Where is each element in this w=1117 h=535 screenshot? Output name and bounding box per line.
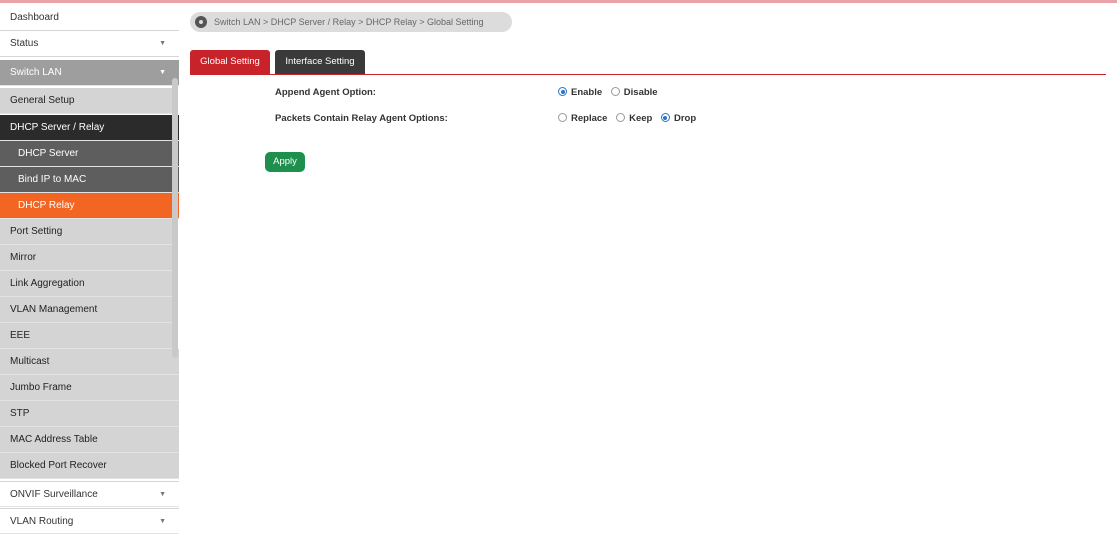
sidebar-item-label: Link Aggregation <box>10 278 85 289</box>
breadcrumb: Switch LAN > DHCP Server / Relay > DHCP … <box>190 12 512 32</box>
top-accent-line <box>0 0 1117 3</box>
sidebar-item-label: DHCP Server / Relay <box>10 122 105 133</box>
sidebar-item-label: Jumbo Frame <box>10 382 72 393</box>
sidebar-item-label: STP <box>10 408 30 419</box>
sidebar-item-port-setting[interactable]: Port Setting <box>0 219 172 245</box>
sidebar-item-label: General Setup <box>10 95 75 106</box>
chevron-down-icon: ▼ <box>159 491 166 498</box>
location-pin-icon <box>195 16 207 28</box>
enable-radio-label: Enable <box>571 87 603 98</box>
sidebar-item-bind-ip-to-mac[interactable]: Bind IP to MAC <box>0 167 179 193</box>
tab-underline-divider <box>190 74 1106 75</box>
sidebar-item-mac-address-table[interactable]: MAC Address Table <box>0 427 179 453</box>
sidebar-item-label: EEE <box>10 330 31 341</box>
sidebar-item-dhcp-server[interactable]: DHCP Server <box>0 141 179 167</box>
sidebar-item-blocked-port-recover[interactable]: Blocked Port Recover <box>0 453 179 479</box>
tab-global-setting[interactable]: Global Setting <box>190 50 270 74</box>
sidebar-item-eee[interactable]: EEE <box>0 323 172 349</box>
keep-radio[interactable] <box>616 113 626 122</box>
sidebar-item-mirror[interactable]: Mirror <box>0 245 172 271</box>
sidebar-item-label: Status <box>10 38 39 49</box>
sidebar-item-label: Dashboard <box>10 12 59 23</box>
drop-radio[interactable] <box>660 113 670 122</box>
sidebar-item-vlan-management[interactable]: VLAN Management <box>0 297 172 323</box>
apply-button[interactable]: Apply <box>265 152 305 172</box>
sidebar-item-status[interactable]: Status ▼ <box>0 31 179 57</box>
sidebar-item-dhcp-server-relay[interactable]: DHCP Server / Relay <box>0 115 179 141</box>
replace-radio[interactable] <box>558 113 567 122</box>
sidebar-item-stp[interactable]: STP <box>0 401 179 427</box>
sidebar-item-switch-lan[interactable]: Switch LAN ▼ <box>0 60 179 86</box>
sidebar-item-label: DHCP Server <box>18 148 79 159</box>
sidebar-item-dashboard[interactable]: Dashboard <box>0 5 179 31</box>
enable-radio[interactable] <box>558 87 567 96</box>
sidebar-item-label: Mirror <box>10 252 37 263</box>
sidebar-item-dhcp-relay[interactable]: DHCP Relay <box>0 193 179 219</box>
packets-relay-agent-options-label: Packets Contain Relay Agent Options: <box>275 113 448 124</box>
sidebar-item-link-aggregation[interactable]: Link Aggregation <box>0 271 172 297</box>
sidebar-item-onvif-surveillance[interactable]: ONVIF Surveillance ▼ <box>0 481 179 507</box>
packets-relay-agent-options-radio-group: Replace Keep Drop <box>558 113 702 124</box>
sidebar-item-label: MAC Address Table <box>10 434 98 445</box>
replace-radio-label: Replace <box>571 113 608 124</box>
sidebar-nav: Dashboard Status ▼ Switch LAN ▼ General … <box>0 5 180 535</box>
drop-radio-label: Drop <box>673 113 697 124</box>
sidebar-item-label: Blocked Port Recover <box>10 460 107 471</box>
sidebar-item-label: Multicast <box>10 356 50 367</box>
chevron-down-icon: ▼ <box>159 518 166 525</box>
sidebar-item-multicast[interactable]: Multicast <box>0 349 179 375</box>
append-agent-option-radio-group: Enable Disable <box>558 87 664 98</box>
sidebar-item-jumbo-frame[interactable]: Jumbo Frame <box>0 375 179 401</box>
keep-radio-label: Keep <box>629 113 653 124</box>
sidebar-item-label: Switch LAN <box>10 67 62 78</box>
append-agent-option-label: Append Agent Option: <box>275 87 376 98</box>
sidebar-item-label: DHCP Relay <box>18 200 75 211</box>
sidebar-item-label: Port Setting <box>10 226 63 237</box>
breadcrumb-text: Switch LAN > DHCP Server / Relay > DHCP … <box>214 17 484 27</box>
tab-interface-setting[interactable]: Interface Setting <box>275 50 365 74</box>
sidebar-scrollbar[interactable] <box>172 78 178 358</box>
sidebar-item-vlan-routing[interactable]: VLAN Routing ▼ <box>0 508 179 534</box>
chevron-down-icon: ▼ <box>159 40 166 47</box>
chevron-down-icon: ▼ <box>159 69 166 76</box>
sidebar-item-label: ONVIF Surveillance <box>10 489 98 500</box>
sidebar-item-label: VLAN Management <box>10 304 98 315</box>
sidebar-item-label: Bind IP to MAC <box>18 174 87 185</box>
disable-radio[interactable] <box>610 87 620 96</box>
sidebar-item-general-setup[interactable]: General Setup <box>0 88 172 114</box>
sidebar-item-label: VLAN Routing <box>10 516 74 527</box>
disable-radio-label: Disable <box>623 87 658 98</box>
